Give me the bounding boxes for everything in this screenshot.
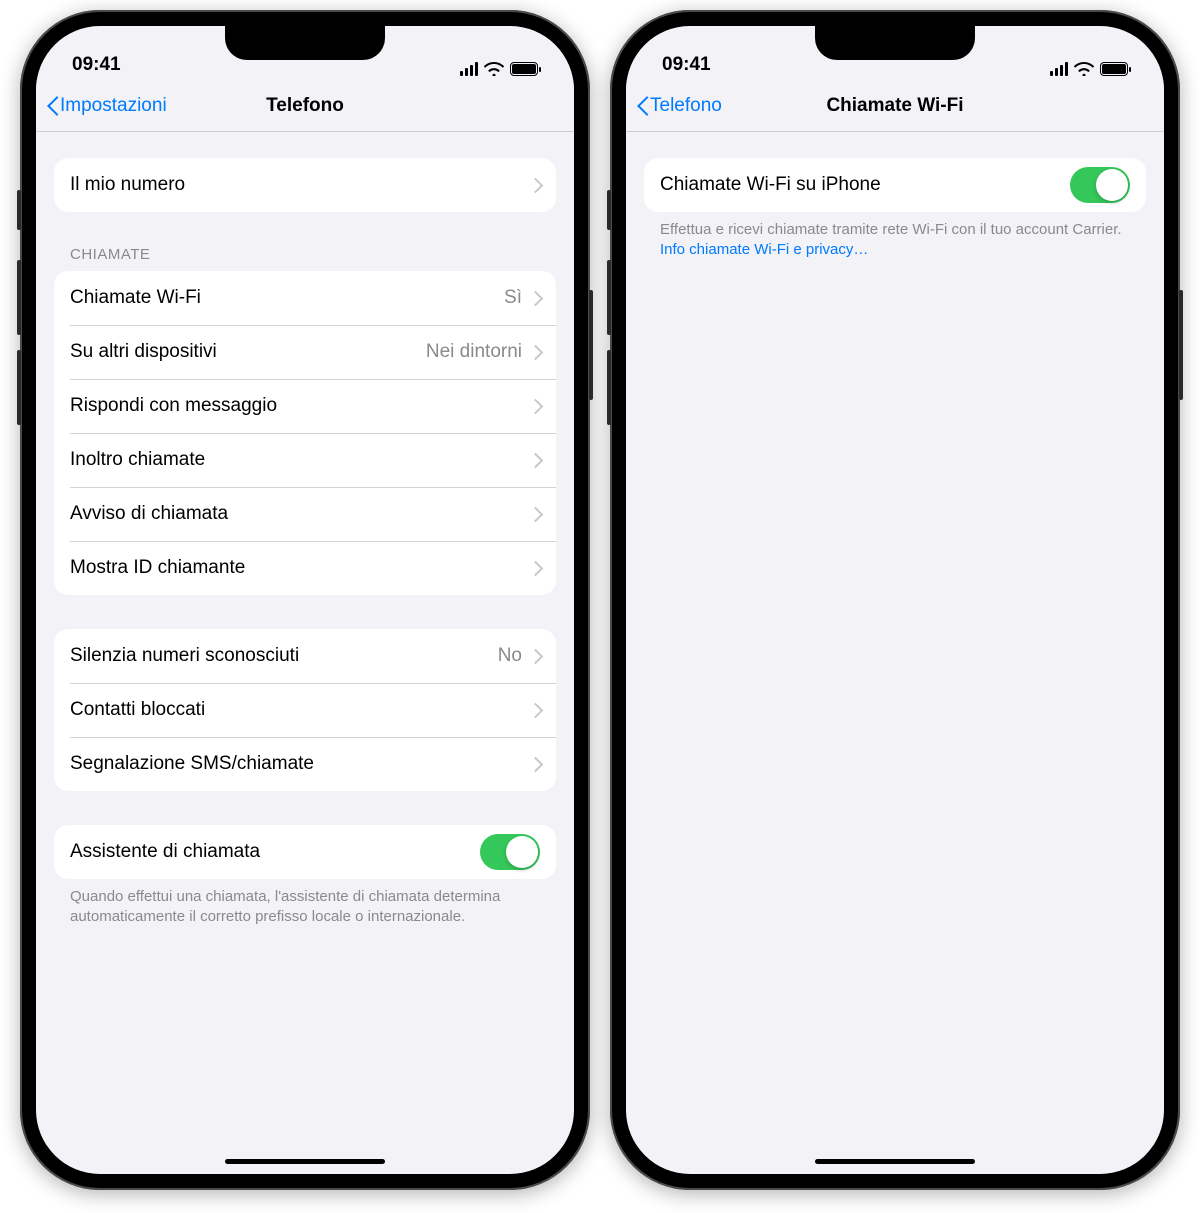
chevron-right-icon (532, 291, 540, 305)
battery-icon (510, 62, 538, 76)
row-value: Sì (504, 287, 522, 309)
volume-up-button (607, 260, 611, 335)
chevron-right-icon (532, 561, 540, 575)
home-indicator[interactable] (815, 1159, 975, 1164)
row-sms-call-reporting[interactable]: Segnalazione SMS/chiamate (54, 737, 556, 791)
group-wifi-calling: Chiamate Wi-Fi su iPhone Effettua e rice… (644, 158, 1146, 261)
volume-down-button (607, 350, 611, 425)
row-label: Assistente di chiamata (70, 841, 260, 863)
screen-left: 09:41 Impostazioni Telefono Il mio numer… (36, 26, 574, 1174)
row-value: No (498, 645, 522, 667)
chevron-right-icon (532, 345, 540, 359)
notch (815, 26, 975, 60)
back-label: Impostazioni (60, 95, 167, 117)
phone-frame-left: 09:41 Impostazioni Telefono Il mio numer… (20, 10, 590, 1190)
back-label: Telefono (650, 95, 722, 117)
nav-bar: Impostazioni Telefono (36, 80, 574, 132)
status-time: 09:41 (662, 54, 711, 76)
screen-right: 09:41 Telefono Chiamate Wi-Fi Chiamate W… (626, 26, 1164, 1174)
status-time: 09:41 (72, 54, 121, 76)
row-label: Il mio numero (70, 174, 185, 196)
nav-bar: Telefono Chiamate Wi-Fi (626, 80, 1164, 132)
power-button (1179, 290, 1183, 400)
row-label: Mostra ID chiamante (70, 557, 245, 579)
page-title: Telefono (266, 95, 344, 117)
row-label: Contatti bloccati (70, 699, 205, 721)
wifi-icon (484, 62, 504, 76)
row-label: Silenzia numeri sconosciuti (70, 645, 299, 667)
row-wifi-calling-iphone: Chiamate Wi-Fi su iPhone (644, 158, 1146, 212)
wifi-calling-content: Chiamate Wi-Fi su iPhone Effettua e rice… (626, 132, 1164, 1174)
row-show-caller-id[interactable]: Mostra ID chiamante (54, 541, 556, 595)
back-button[interactable]: Impostazioni (46, 95, 167, 117)
chevron-left-icon (636, 96, 648, 116)
privacy-link[interactable]: Info chiamate Wi-Fi e privacy… (660, 241, 868, 258)
group-calls: CHIAMATE Chiamate Wi-Fi Sì Su altri disp… (54, 246, 556, 595)
group-dial-assist: Assistente di chiamata Quando effettui u… (54, 825, 556, 928)
silent-switch (607, 190, 611, 230)
row-label: Rispondi con messaggio (70, 395, 277, 417)
chevron-right-icon (532, 703, 540, 717)
chevron-right-icon (532, 178, 540, 192)
row-call-forwarding[interactable]: Inoltro chiamate (54, 433, 556, 487)
row-dial-assist: Assistente di chiamata (54, 825, 556, 879)
row-respond-with-text[interactable]: Rispondi con messaggio (54, 379, 556, 433)
silent-switch (17, 190, 21, 230)
row-call-waiting[interactable]: Avviso di chiamata (54, 487, 556, 541)
row-label: Chiamate Wi-Fi (70, 287, 201, 309)
cellular-icon (1050, 62, 1069, 76)
wifi-calling-footer: Effettua e ricevi chiamate tramite rete … (644, 212, 1146, 261)
dial-assist-footer: Quando effettui una chiamata, l'assisten… (54, 879, 556, 928)
dial-assist-toggle[interactable] (480, 834, 540, 870)
row-value: Nei dintorni (426, 341, 522, 363)
section-header-calls: CHIAMATE (54, 246, 556, 271)
back-button[interactable]: Telefono (636, 95, 722, 117)
row-label: Su altri dispositivi (70, 341, 217, 363)
group-misc: Silenzia numeri sconosciuti No Contatti … (54, 629, 556, 791)
status-indicators (1050, 62, 1129, 76)
status-indicators (460, 62, 539, 76)
row-label: Chiamate Wi-Fi su iPhone (660, 174, 881, 196)
row-silence-unknown[interactable]: Silenzia numeri sconosciuti No (54, 629, 556, 683)
chevron-right-icon (532, 757, 540, 771)
row-label: Avviso di chiamata (70, 503, 228, 525)
volume-down-button (17, 350, 21, 425)
notch (225, 26, 385, 60)
wifi-calling-toggle[interactable] (1070, 167, 1130, 203)
chevron-right-icon (532, 399, 540, 413)
chevron-left-icon (46, 96, 58, 116)
battery-icon (1100, 62, 1128, 76)
wifi-icon (1074, 62, 1094, 76)
group-my-number: Il mio numero (54, 158, 556, 212)
row-my-number[interactable]: Il mio numero (54, 158, 556, 212)
chevron-right-icon (532, 453, 540, 467)
page-title: Chiamate Wi-Fi (826, 95, 963, 117)
chevron-right-icon (532, 649, 540, 663)
footer-text-body: Effettua e ricevi chiamate tramite rete … (660, 221, 1122, 238)
phone-frame-right: 09:41 Telefono Chiamate Wi-Fi Chiamate W… (610, 10, 1180, 1190)
home-indicator[interactable] (225, 1159, 385, 1164)
settings-content: Il mio numero CHIAMATE Chiamate Wi-Fi Sì… (36, 132, 574, 1174)
power-button (589, 290, 593, 400)
chevron-right-icon (532, 507, 540, 521)
volume-up-button (17, 260, 21, 335)
row-other-devices[interactable]: Su altri dispositivi Nei dintorni (54, 325, 556, 379)
row-blocked-contacts[interactable]: Contatti bloccati (54, 683, 556, 737)
row-label: Segnalazione SMS/chiamate (70, 753, 314, 775)
row-wifi-calling[interactable]: Chiamate Wi-Fi Sì (54, 271, 556, 325)
cellular-icon (460, 62, 479, 76)
row-label: Inoltro chiamate (70, 449, 205, 471)
